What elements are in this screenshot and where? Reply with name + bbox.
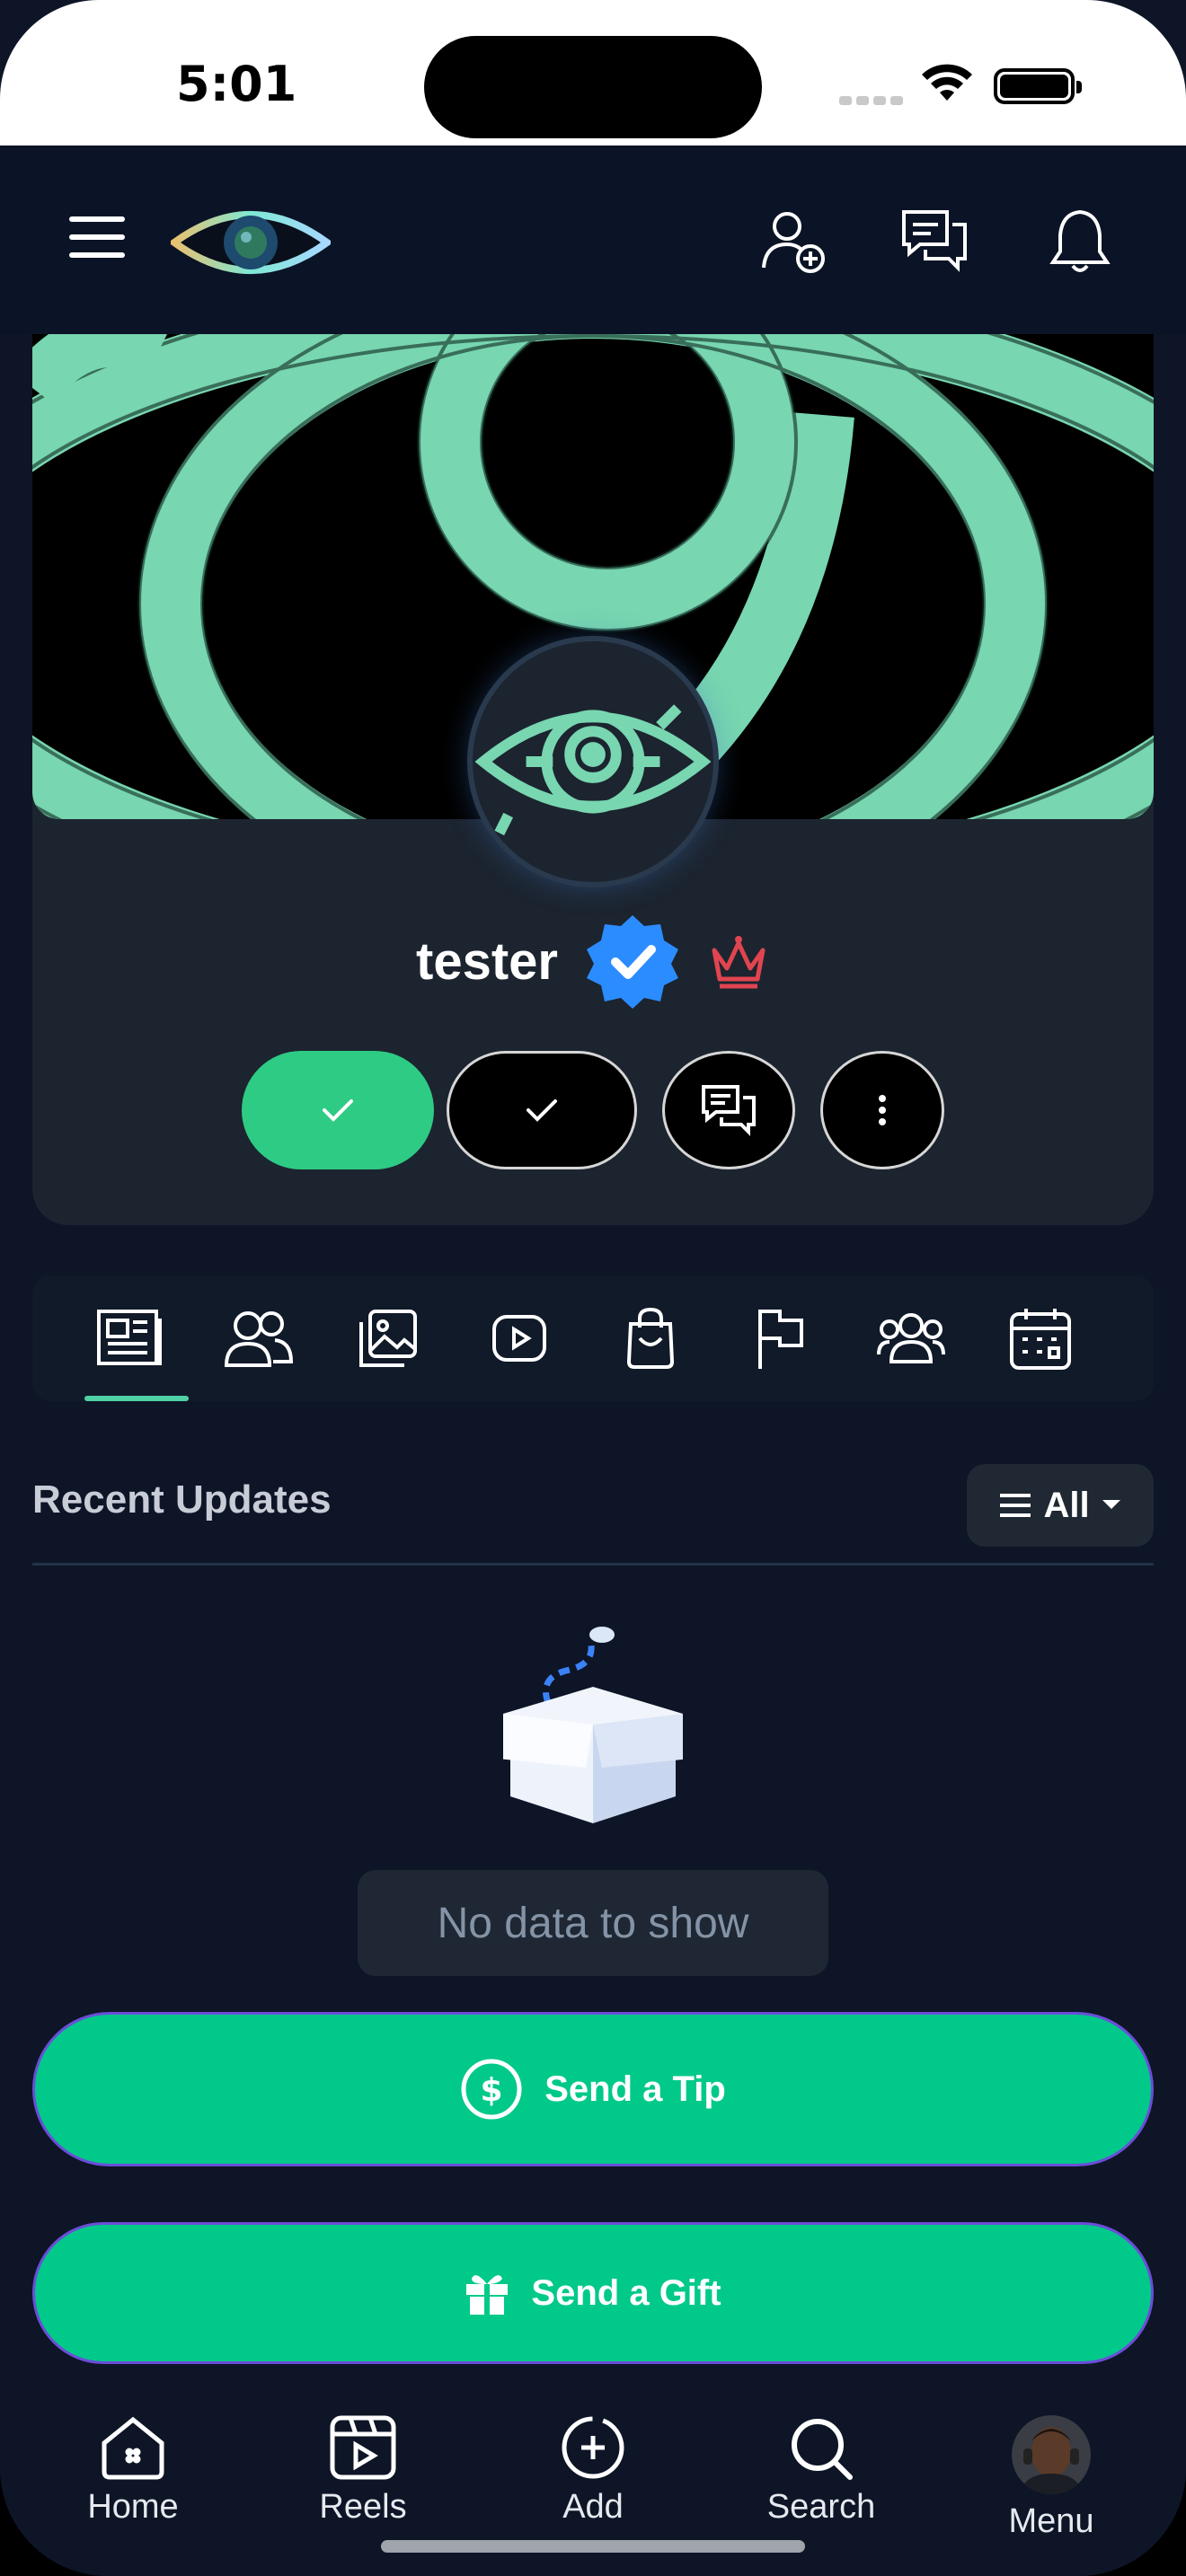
gift-icon	[466, 2275, 509, 2315]
profile-name-row: tester	[0, 907, 1186, 1015]
nav-menu[interactable]: Menu	[961, 2414, 1141, 2541]
empty-box-icon	[503, 1627, 683, 1823]
send-tip-label: Send a Tip	[544, 2069, 726, 2109]
add-circle-icon	[562, 2416, 624, 2479]
nav-reels[interactable]: Reels	[273, 2414, 453, 2527]
nav-search-label: Search	[766, 2488, 876, 2526]
nav-add[interactable]: Add	[503, 2414, 683, 2527]
hamburger-menu-icon[interactable]	[63, 208, 131, 266]
video-play-icon	[492, 1315, 546, 1362]
send-gift-button[interactable]: Send a Gift	[32, 2222, 1154, 2364]
nav-add-label: Add	[562, 2488, 624, 2526]
nav-menu-label: Menu	[1008, 2502, 1094, 2540]
shopping-bag-icon	[626, 1307, 675, 1369]
app-screen: 5:01 tester Recent Updates All No data t…	[0, 0, 1186, 2576]
dynamic-island	[424, 36, 762, 138]
notifications-bell-icon[interactable]	[1044, 205, 1116, 277]
checkmark-icon	[527, 1099, 557, 1122]
tab-feed[interactable]	[93, 1302, 165, 1374]
empty-state-message: No data to show	[358, 1870, 828, 1976]
search-icon	[792, 2419, 853, 2480]
dollar-coin-icon: $	[461, 2059, 522, 2120]
follow-button[interactable]	[242, 1051, 434, 1169]
filter-dropdown[interactable]: All	[967, 1464, 1154, 1547]
tab-groups[interactable]	[875, 1302, 947, 1374]
section-title: Recent Updates	[32, 1478, 332, 1522]
tab-pages[interactable]	[744, 1302, 816, 1374]
checkmark-icon	[323, 1099, 353, 1122]
vertical-dots-icon	[879, 1095, 886, 1125]
profile-tabs	[32, 1275, 1154, 1401]
caret-down-icon	[1102, 1500, 1120, 1509]
newspaper-icon	[97, 1310, 162, 1365]
verified-badge-icon	[586, 915, 678, 1009]
add-friend-icon[interactable]	[757, 205, 828, 277]
nav-reels-label: Reels	[319, 2488, 407, 2526]
home-indicator	[381, 2540, 805, 2553]
home-icon	[102, 2416, 164, 2480]
active-tab-indicator	[84, 1396, 189, 1401]
tab-events[interactable]	[1005, 1302, 1076, 1374]
subscribe-button[interactable]	[447, 1051, 637, 1169]
profile-actions	[0, 1051, 1186, 1169]
messages-icon[interactable]	[898, 205, 970, 277]
calendar-icon	[1010, 1309, 1071, 1370]
top-navigation	[0, 146, 1186, 334]
status-bar: 5:01	[0, 0, 1186, 146]
group-icon	[877, 1313, 945, 1363]
send-tip-button[interactable]: $ Send a Tip	[32, 2012, 1154, 2166]
send-gift-label: Send a Gift	[531, 2272, 721, 2313]
profile-avatar[interactable]	[467, 636, 719, 887]
crown-icon	[712, 936, 766, 989]
svg-text:$: $	[481, 2072, 503, 2109]
filter-label: All	[1043, 1485, 1090, 1525]
signal-icon	[839, 92, 907, 109]
tab-friends[interactable]	[223, 1302, 295, 1374]
battery-icon	[994, 68, 1082, 104]
tab-videos[interactable]	[483, 1302, 555, 1374]
chat-icon	[702, 1085, 756, 1136]
wifi-icon	[922, 64, 972, 101]
section-divider	[32, 1563, 1154, 1566]
message-button[interactable]	[662, 1051, 795, 1169]
username: tester	[416, 931, 558, 991]
more-options-button[interactable]	[820, 1051, 944, 1169]
status-time: 5:01	[176, 56, 297, 112]
friends-icon	[224, 1311, 294, 1367]
nav-home[interactable]: Home	[43, 2414, 223, 2527]
tab-shop[interactable]	[615, 1302, 686, 1374]
flag-icon	[758, 1310, 803, 1369]
nav-search[interactable]: Search	[731, 2414, 911, 2527]
app-logo-eye-icon[interactable]	[171, 199, 331, 286]
reels-icon	[330, 2415, 396, 2480]
user-avatar-icon	[1012, 2415, 1091, 2494]
nav-home-label: Home	[87, 2488, 179, 2526]
photos-icon	[359, 1310, 417, 1367]
tab-photos[interactable]	[352, 1302, 424, 1374]
list-icon	[1000, 1494, 1031, 1517]
